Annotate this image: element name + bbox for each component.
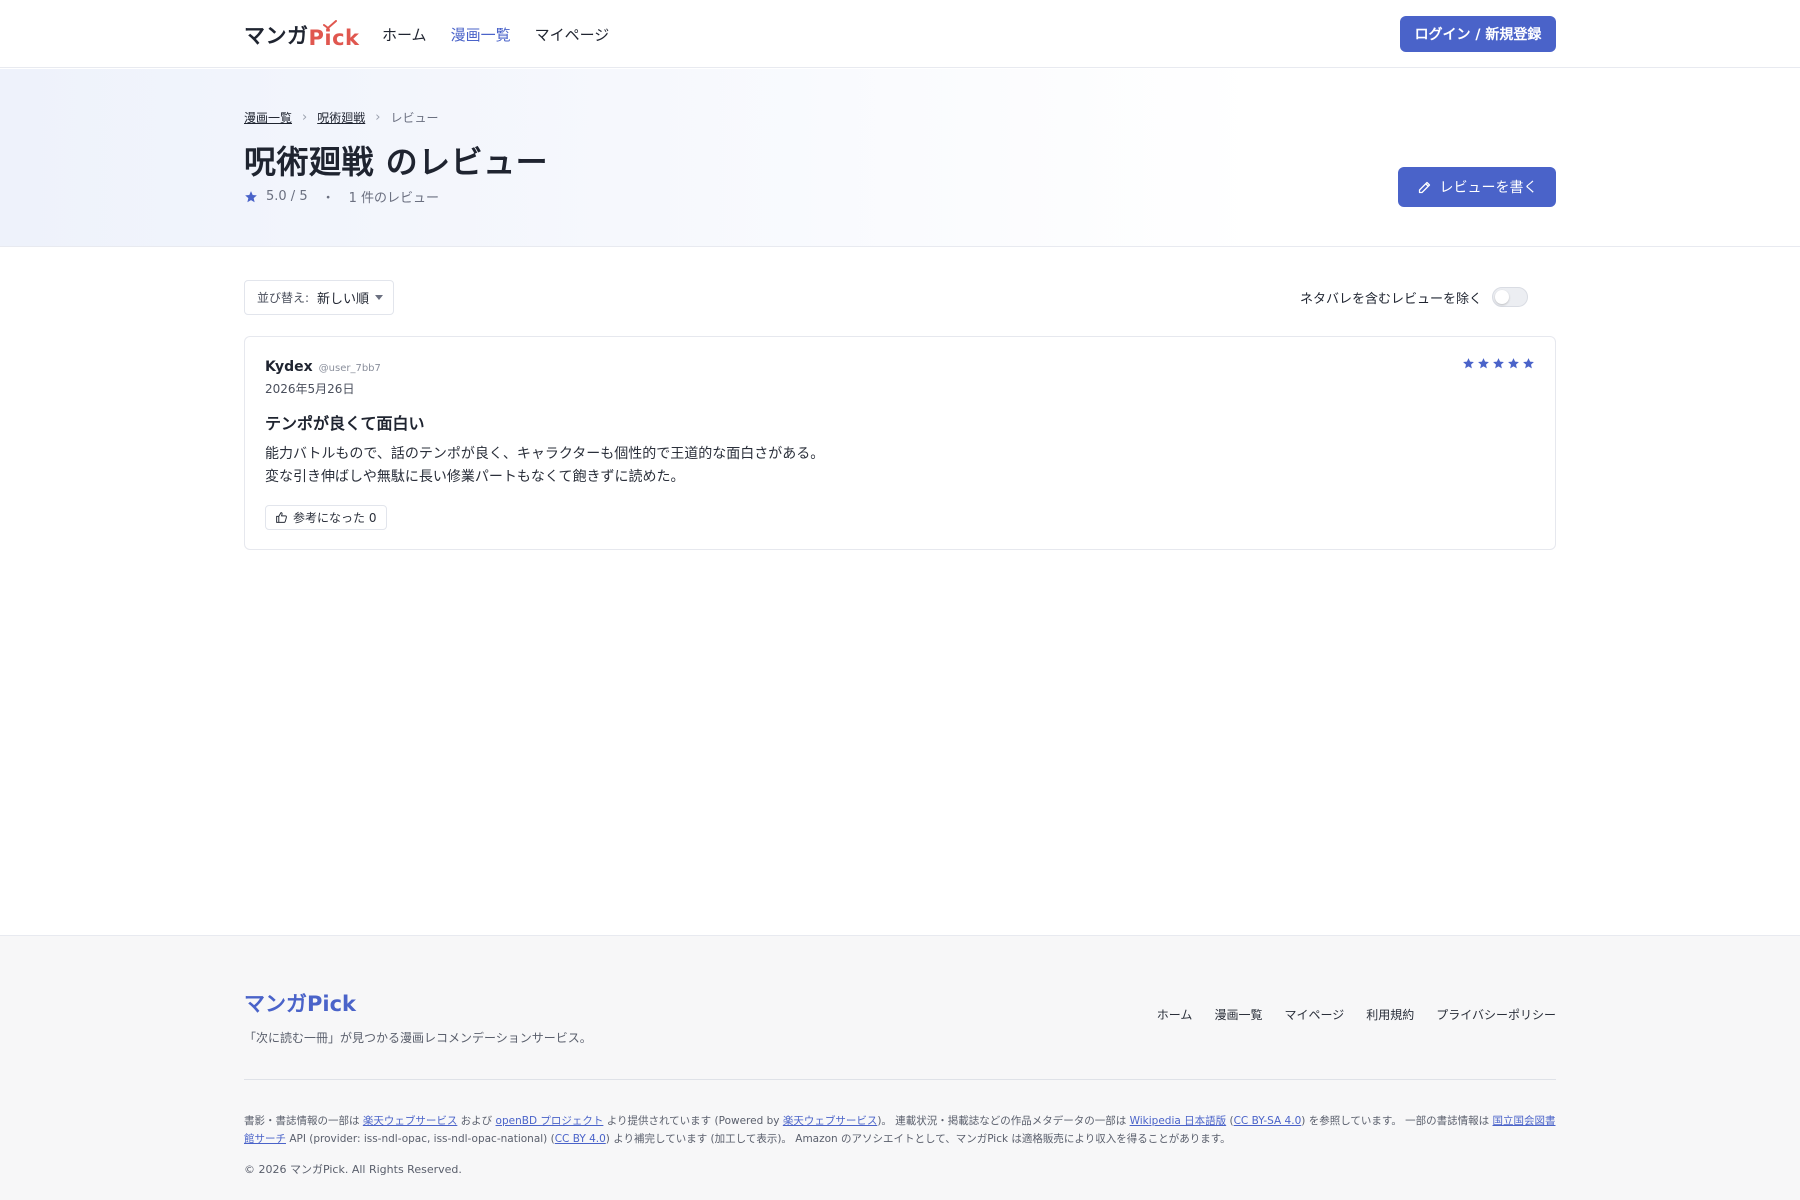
footer-logo[interactable]: マンガPick xyxy=(244,988,356,1018)
credits-link-wikipedia[interactable]: Wikipedia 日本語版 xyxy=(1130,1115,1227,1127)
footer-nav-terms[interactable]: 利用規約 xyxy=(1366,1006,1414,1023)
login-register-button[interactable]: ログイン / 新規登録 xyxy=(1400,16,1556,52)
main-nav: ホーム 漫画一覧 マイページ xyxy=(382,24,609,45)
review-body: 能力バトルもので、話のテンポが良く、キャラクターも個性的で王道的な面白さがある。… xyxy=(265,443,824,489)
copyright: © 2026 マンガPick. All Rights Reserved. xyxy=(244,1163,462,1176)
helpful-label: 参考になった 0 xyxy=(293,511,377,525)
star-icon xyxy=(1463,358,1474,369)
reviewer-info: Kydex @user_7bb7 xyxy=(265,359,381,375)
review-body-line: 能力バトルもので、話のテンポが良く、キャラクターも個性的で王道的な面白さがある。 xyxy=(265,446,825,462)
spoiler-filter: ネタバレを含むレビューを除く xyxy=(1300,287,1529,307)
site-logo[interactable]: マンガ Pick xyxy=(244,18,360,50)
credits-text: ) を参照しています。 一部の書誌情報は xyxy=(1301,1115,1493,1127)
credits-link-cc-by[interactable]: CC BY 4.0 xyxy=(555,1133,606,1145)
reviewer-handle: @user_7bb7 xyxy=(318,363,381,374)
footer-divider xyxy=(244,1079,1556,1080)
credits-link-openbd[interactable]: openBD プロジェクト xyxy=(496,1115,604,1127)
chevron-right-icon: › xyxy=(302,110,308,125)
footer-nav: ホーム 漫画一覧 マイページ 利用規約 プライバシーポリシー xyxy=(1157,1006,1556,1023)
credits-link-cc-by-sa[interactable]: CC BY-SA 4.0 xyxy=(1234,1115,1302,1127)
thumbs-up-icon xyxy=(276,512,287,523)
rating-summary: 5.0 / 5 ・ 1 件のレビュー xyxy=(244,187,439,206)
site-footer: マンガPick 「次に読む一冊」が見つかる漫画レコメンデーションサービス。 ホー… xyxy=(0,935,1800,1200)
page-title: 呪術廻戦 のレビュー xyxy=(244,143,549,181)
credits-text: )。 連載状況・掲載誌などの作品メタデータの一部は xyxy=(877,1115,1130,1127)
credits-link-rakuten-powered[interactable]: 楽天ウェブサービス xyxy=(783,1115,878,1127)
write-review-button[interactable]: レビューを書く xyxy=(1398,167,1556,207)
chevron-right-icon: › xyxy=(375,110,381,125)
sort-value: 新しい順 xyxy=(317,292,370,307)
spoiler-toggle[interactable] xyxy=(1492,287,1529,307)
credits-text: および xyxy=(457,1115,496,1127)
pencil-icon xyxy=(1418,181,1430,193)
credits-text: ) より補完しています (加工して表示)。 Amazon のアソシエイトとして、… xyxy=(605,1133,1231,1145)
sort-select[interactable]: 並び替え: 新しい順 xyxy=(244,280,394,315)
nav-manga-list[interactable]: 漫画一覧 xyxy=(451,24,511,45)
site-header: マンガ Pick ホーム 漫画一覧 マイページ ログイン / 新規登録 xyxy=(0,0,1800,68)
average-rating: 5.0 / 5 xyxy=(266,189,308,204)
review-count: 1 件のレビュー xyxy=(348,191,440,206)
caret-down-icon xyxy=(375,295,383,300)
review-rating-stars xyxy=(1462,357,1535,370)
footer-nav-mypage[interactable]: マイページ xyxy=(1284,1006,1344,1023)
logo-text-manga: マンガ xyxy=(244,24,309,48)
credits-text: API (provider: iss-ndl-opac, iss-ndl-opa… xyxy=(286,1133,555,1145)
breadcrumb-current: レビュー xyxy=(390,111,439,125)
credits-text: より提供されています (Powered by xyxy=(603,1115,783,1127)
footer-nav-home[interactable]: ホーム xyxy=(1157,1006,1193,1023)
review-date: 2026年5月26日 xyxy=(265,382,355,396)
credits-link-rakuten[interactable]: 楽天ウェブサービス xyxy=(363,1115,458,1127)
star-icon xyxy=(1478,358,1489,369)
toggle-knob xyxy=(1495,290,1510,304)
star-icon xyxy=(1493,358,1504,369)
page-hero: 漫画一覧 › 呪術廻戦 › レビュー 呪術廻戦 のレビュー 5.0 / 5 ・ … xyxy=(0,69,1800,247)
star-icon xyxy=(1508,358,1519,369)
breadcrumb: 漫画一覧 › 呪術廻戦 › レビュー xyxy=(244,109,438,126)
write-review-label: レビューを書く xyxy=(1439,180,1538,196)
review-title: テンポが良くて面白い xyxy=(265,414,425,433)
credits-text: ( xyxy=(1226,1115,1234,1127)
star-icon xyxy=(245,190,257,202)
separator-dot: ・ xyxy=(321,191,335,206)
review-body-line: 変な引き伸ばしや無駄に長い修業パートもなくて飽きずに読めた。 xyxy=(265,469,685,485)
check-mark-icon xyxy=(322,20,337,30)
breadcrumb-title[interactable]: 呪術廻戦 xyxy=(317,109,365,126)
footer-tagline: 「次に読む一冊」が見つかる漫画レコメンデーションサービス。 xyxy=(244,1031,592,1045)
helpful-button[interactable]: 参考になった 0 xyxy=(265,505,388,530)
footer-credits: 書影・書誌情報の一部は 楽天ウェブサービス および openBD プロジェクト … xyxy=(244,1112,1556,1148)
review-card: Kydex @user_7bb7 2026年5月26日 テンポが良くて面白い 能… xyxy=(244,336,1556,550)
reviewer-name[interactable]: Kydex xyxy=(265,359,313,375)
logo-text-pick: Pick xyxy=(309,20,360,50)
footer-nav-manga-list[interactable]: 漫画一覧 xyxy=(1214,1006,1262,1023)
nav-mypage[interactable]: マイページ xyxy=(535,24,610,45)
spoiler-filter-label: ネタバレを含むレビューを除く xyxy=(1300,291,1483,307)
footer-nav-privacy[interactable]: プライバシーポリシー xyxy=(1436,1006,1556,1023)
credits-text: 書影・書誌情報の一部は xyxy=(244,1115,363,1127)
sort-label: 並び替え: xyxy=(257,291,310,305)
nav-home[interactable]: ホーム xyxy=(382,24,427,45)
breadcrumb-manga-list[interactable]: 漫画一覧 xyxy=(244,109,292,126)
star-icon xyxy=(1523,358,1534,369)
